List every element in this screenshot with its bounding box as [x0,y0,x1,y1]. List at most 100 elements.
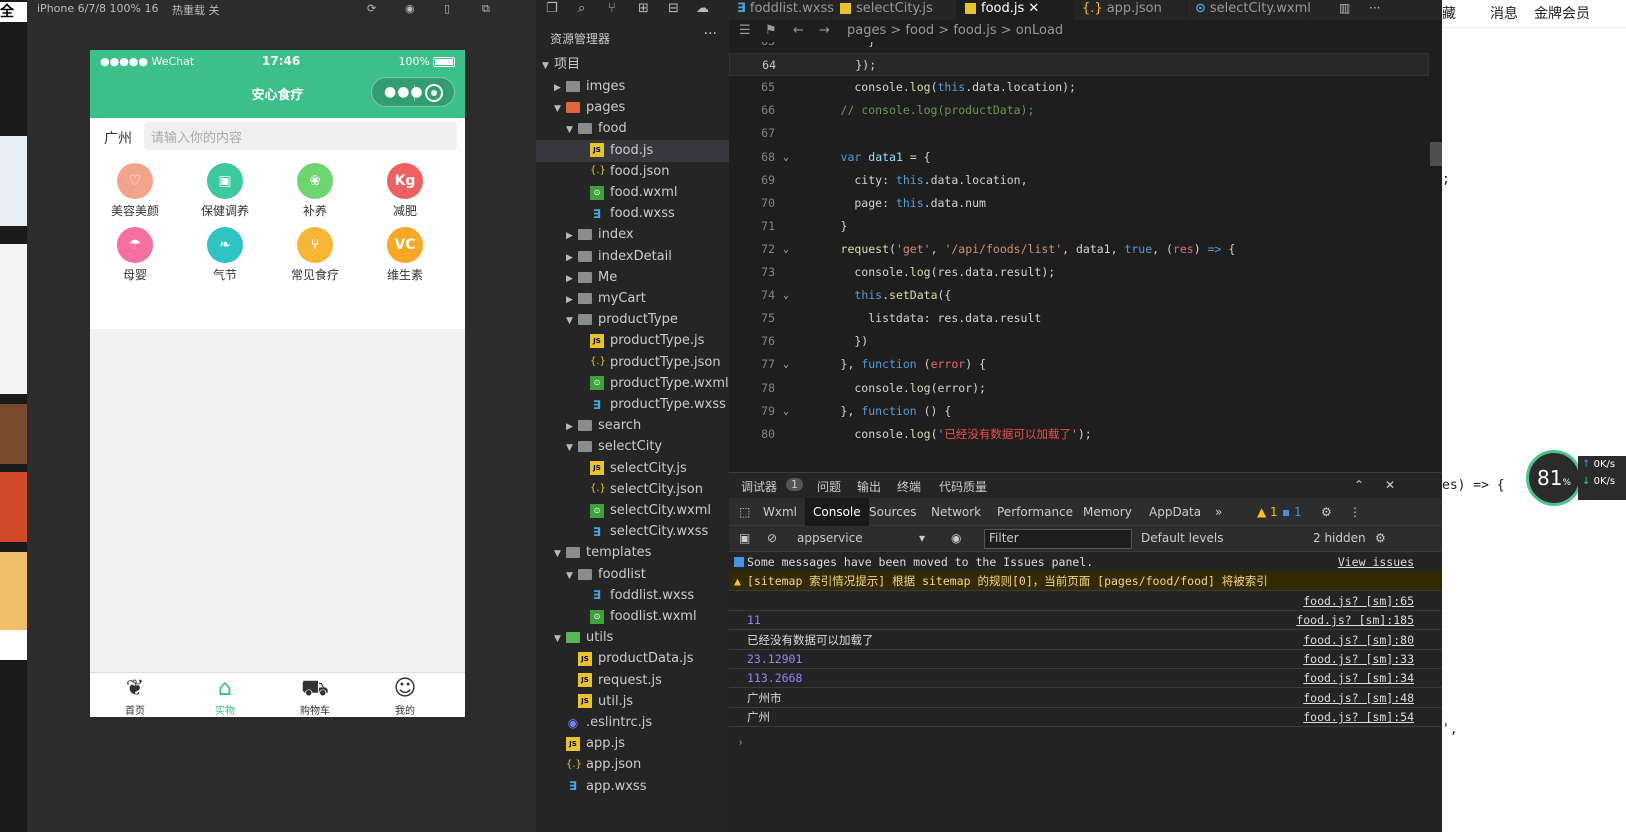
tree-folder[interactable]: ▶ Me [536,267,729,289]
tab-item[interactable]: ⌂ 实物 [195,676,255,717]
messages-link[interactable]: 消息 [1490,3,1518,23]
refresh-icon[interactable]: ⟳ [367,2,376,15]
list-icon[interactable]: ☰ [739,23,751,38]
tree-file[interactable]: JS selectCity.js [536,458,729,480]
editor-scrollbar[interactable] [1430,42,1442,472]
devtools-tab[interactable]: Memory [1075,498,1140,526]
tree-file[interactable]: JS productData.js [536,648,729,670]
console-source-link[interactable]: View issues [1338,552,1414,572]
devtools-tab[interactable]: Performance [989,498,1081,526]
tree-file[interactable]: JS productType.js [536,330,729,352]
breadcrumb-item[interactable]: food [905,23,934,38]
stop-icon[interactable]: ◉ [405,2,415,15]
phone-icon[interactable]: ▯ [444,2,450,15]
category-item[interactable]: ♡ 美容美颜 [95,163,175,219]
tree-file[interactable]: ⊙ productType.wxml [536,373,729,395]
tree-folder[interactable]: ▼ utils [536,627,729,649]
tree-folder[interactable]: ▶ imges [536,76,729,98]
console-source-link[interactable]: food.js? [sm]:48 [1303,688,1414,708]
tree-file[interactable]: {.} productType.json [536,352,729,374]
tree-file[interactable]: ⊙ foodlist.wxml [536,606,729,628]
tree-folder[interactable]: ▼ templates [536,542,729,564]
tab-debugger[interactable]: 调试器 [741,478,777,495]
window-icon[interactable]: ⧉ [482,2,490,16]
tree-folder[interactable]: ▼ productType [536,309,729,331]
console-source-link[interactable]: food.js? [sm]:65 [1303,591,1414,611]
tree-folder[interactable]: ▶ index [536,224,729,246]
category-item[interactable]: ❀ 补养 [275,163,355,219]
tree-file[interactable]: JS util.js [536,691,729,713]
editor-scrollbar-thumb[interactable] [1430,142,1442,166]
fold-chevron-icon[interactable]: ⌄ [783,146,789,169]
tab-item[interactable]: ⛟ 购物车 [285,676,345,717]
search-input[interactable]: 请输入你的内容 [144,122,457,150]
more-icon[interactable]: ●●● [384,84,424,100]
sidebar-toggle-icon[interactable]: ▣ [739,531,750,545]
tree-file[interactable]: ⊙ food.wxml [536,182,729,204]
vip-link[interactable]: 金牌会员 [1534,3,1590,23]
tree-folder[interactable]: ▶ indexDetail [536,246,729,268]
devtools-tab[interactable]: Wxml [755,498,805,526]
tree-file[interactable]: {.} food.json [536,161,729,183]
clear-console-icon[interactable]: ⊘ [767,531,777,545]
category-item[interactable]: Kg 减肥 [365,163,445,219]
console-source-link[interactable]: food.js? [sm]:54 [1303,707,1414,727]
tab-item[interactable]: ☺ 我的 [375,676,435,717]
console-source-link[interactable]: food.js? [sm]:34 [1303,668,1414,688]
devtools-tab[interactable]: AppData [1141,498,1209,526]
settings-icon[interactable]: ⚙ [1313,498,1340,526]
tree-folder[interactable]: ▼ pages [536,97,729,119]
tree-file[interactable]: ⊙ selectCity.wxml [536,500,729,522]
search-icon[interactable]: ⌕ [578,1,585,16]
tree-folder[interactable]: ▼ food [536,118,729,140]
tree-folder[interactable]: ▼ selectCity [536,436,729,458]
tree-file[interactable]: ∃ app.wxss [536,776,729,798]
tree-file[interactable]: ◉ .eslintrc.js [536,712,729,734]
tree-project-root[interactable]: ▼ 项目 [536,54,729,76]
tree-file[interactable]: JS food.js [536,139,729,162]
debug-icon[interactable]: ⊟ [668,1,679,16]
category-item[interactable]: ❧ 气节 [185,227,265,283]
devtools-tab[interactable]: Console [805,498,869,526]
context-select[interactable]: appservice [797,531,863,545]
eye-icon[interactable]: ◉ [951,531,961,545]
device-select[interactable]: iPhone 6/7/8 100% 16 [37,2,158,15]
tree-folder[interactable]: ▶ search [536,415,729,437]
category-item[interactable]: VC 维生素 [365,227,445,283]
editor-tab[interactable]: {.} app.json [1074,0,1187,20]
devtools-tab[interactable]: Network [923,498,989,526]
code-editor[interactable]: 63 }64 });65 console.log(this.data.locat… [729,42,1442,472]
hotreload-toggle[interactable]: 热重载 关 [172,2,220,18]
tab-terminal[interactable]: 终端 [897,478,921,495]
bookmark-icon[interactable]: ⚑ [765,23,777,38]
category-item[interactable]: ⑂ 常见食疗 [275,227,355,283]
category-item[interactable]: ▣ 保健调养 [185,163,265,219]
console-source-link[interactable]: food.js? [sm]:80 [1303,630,1414,650]
close-tab-icon[interactable]: ✕ [1024,1,1039,16]
editor-more-icon[interactable]: ··· [1369,1,1380,15]
split-editor-icon[interactable]: ▥ [1339,1,1350,15]
breadcrumb-item[interactable]: food.js [953,23,996,38]
miniprogram-capsule[interactable]: ●●● [371,77,455,107]
fold-chevron-icon[interactable]: ⌄ [783,353,789,376]
tab-output[interactable]: 输出 [857,478,881,495]
chevron-up-icon[interactable]: ⌃ [1354,478,1364,492]
console-prompt[interactable]: › [737,735,744,749]
editor-tab[interactable]: food.js ✕ [957,0,1074,20]
tab-item[interactable]: ❦ 首页 [105,676,165,717]
tree-file[interactable]: ∃ selectCity.wxss [536,521,729,543]
cloud-icon[interactable]: ☁ [696,1,709,16]
tree-file[interactable]: {.} selectCity.json [536,479,729,501]
fold-chevron-icon[interactable]: ⌄ [783,284,789,307]
close-icon[interactable]: ✕ [1385,478,1395,492]
editor-tab[interactable]: ∃ foddlist.wxss [729,0,834,20]
more-tabs-icon[interactable]: » [1207,498,1230,526]
console-settings-icon[interactable]: ⚙ [1375,531,1386,545]
tree-file[interactable]: JS request.js [536,670,729,692]
tab-issues[interactable]: 问题 [817,478,841,495]
fold-chevron-icon[interactable]: ⌄ [783,238,789,261]
console-filter-input[interactable]: Filter [984,529,1132,549]
city-selector[interactable]: 广州 [104,128,132,148]
tree-file[interactable]: ∃ food.wxss [536,203,729,225]
editor-tab[interactable]: ⊙ selectCity.wxml [1187,0,1311,20]
